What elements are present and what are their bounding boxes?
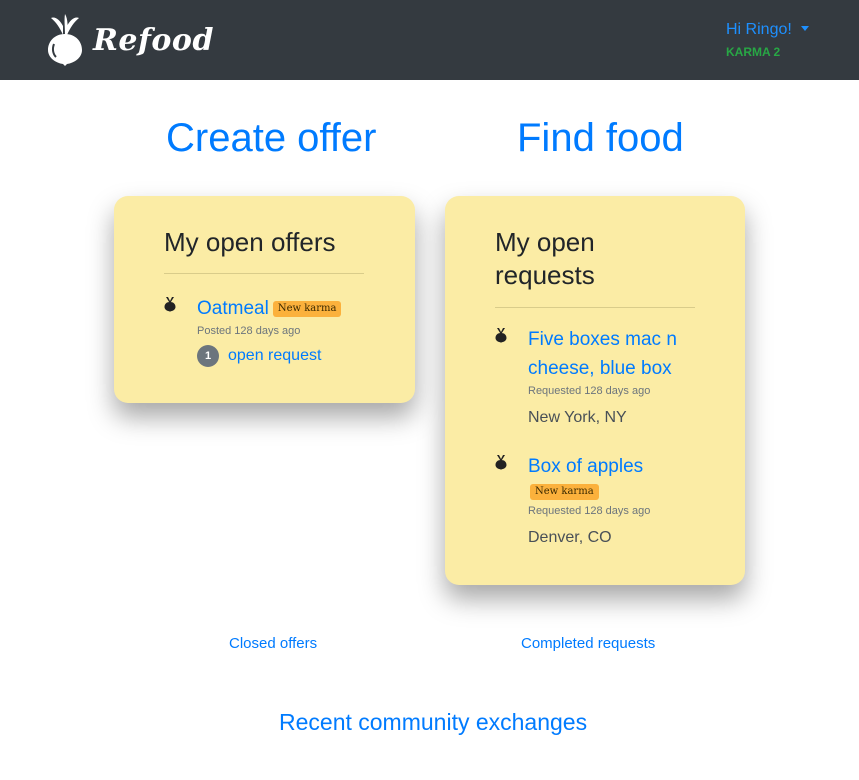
karma-label: KARMA 2	[726, 45, 781, 59]
user-menu-dropdown[interactable]: Hi Ringo!	[726, 21, 809, 39]
request-item-body: Box of apples New karma Requested 128 da…	[528, 452, 688, 548]
open-request-count: 1 open request	[197, 345, 387, 367]
create-offer-link[interactable]: Create offer	[166, 116, 377, 161]
requested-time: Requested 128 days ago	[528, 385, 651, 397]
offer-item-body: Oatmeal New karma Posted 128 days ago 1 o…	[197, 294, 387, 367]
request-link[interactable]: Box of apples	[528, 456, 643, 477]
new-karma-badge: New karma	[272, 301, 342, 317]
request-count-badge: 1	[197, 345, 219, 367]
request-location: Denver, CO	[528, 529, 612, 546]
beet-icon	[48, 14, 82, 66]
brand-link[interactable]: Refood	[46, 14, 214, 66]
open-requests-title: My open requests	[495, 227, 595, 290]
navbar: Refood Hi Ringo! KARMA 2	[0, 0, 859, 80]
new-karma-badge: New karma	[530, 484, 599, 500]
user-greeting: Hi Ringo!	[726, 21, 792, 38]
brand-name: Refood	[93, 22, 214, 58]
divider	[495, 307, 695, 308]
recent-exchanges-link[interactable]: Recent community exchanges	[279, 709, 587, 736]
beet-icon	[495, 455, 507, 470]
closed-offers-link[interactable]: Closed offers	[229, 635, 317, 652]
open-request-link[interactable]: open request	[228, 347, 321, 365]
beet-icon	[495, 328, 507, 343]
completed-requests-link[interactable]: Completed requests	[521, 635, 655, 652]
beet-icon	[164, 297, 176, 312]
posted-time: Posted 128 days ago	[197, 325, 301, 337]
open-offers-title: My open offers	[164, 227, 336, 257]
open-offers-card: My open offers Oatmeal New karma Posted 1…	[114, 196, 415, 403]
request-item-body: Five boxes mac n cheese, blue box Reques…	[528, 325, 688, 428]
divider	[164, 273, 364, 274]
requested-time: Requested 128 days ago	[528, 505, 651, 517]
offer-link[interactable]: Oatmeal	[197, 298, 269, 319]
find-food-link[interactable]: Find food	[517, 116, 684, 161]
request-link[interactable]: Five boxes mac n cheese, blue box	[528, 329, 677, 379]
open-requests-card: My open requests Five boxes mac n cheese…	[445, 196, 745, 585]
chevron-down-icon	[800, 26, 809, 31]
request-location: New York, NY	[528, 409, 627, 426]
